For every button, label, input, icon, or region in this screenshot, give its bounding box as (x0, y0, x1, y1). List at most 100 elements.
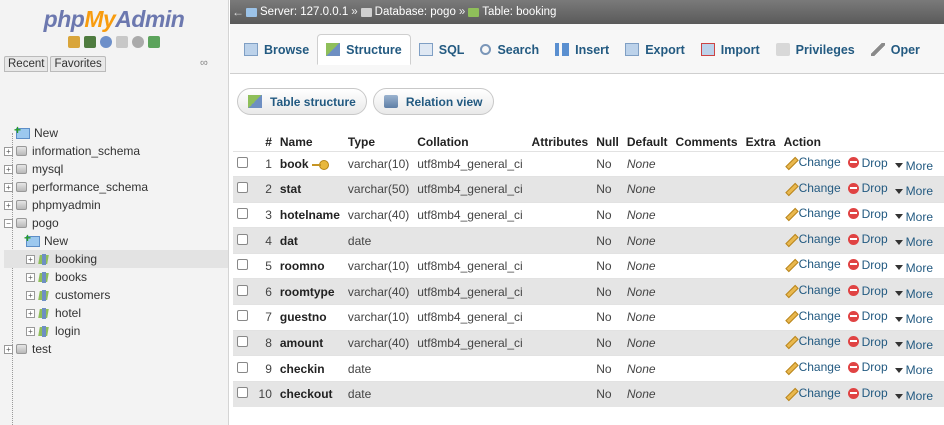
change-button[interactable]: Change (784, 206, 841, 220)
change-button[interactable]: Change (784, 257, 841, 271)
expand-icon[interactable]: + (26, 308, 35, 318)
tab-insert[interactable]: Insert (547, 34, 617, 65)
drop-button[interactable]: Drop (847, 335, 888, 349)
more-button[interactable]: More (894, 287, 933, 301)
settings-gear-icon[interactable] (132, 36, 144, 48)
more-button[interactable]: More (894, 389, 933, 403)
tab-privileges[interactable]: Privileges (768, 34, 863, 65)
col-null[interactable]: Null (592, 133, 623, 151)
col-collation[interactable]: Collation (413, 133, 527, 151)
expand-icon[interactable]: + (26, 326, 35, 336)
link-chain-icon[interactable]: ∞ (200, 57, 208, 69)
col-comments[interactable]: Comments (672, 133, 742, 151)
row-checkbox[interactable] (237, 207, 248, 219)
expand-icon[interactable]: + (26, 290, 35, 300)
drop-button[interactable]: Drop (847, 181, 888, 195)
tab-operations[interactable]: Oper (863, 34, 928, 65)
tree-item-information-schema[interactable]: + information_schema (4, 142, 228, 160)
tree-item-phpmyadmin[interactable]: + phpmyadmin (4, 196, 228, 214)
tree-item-customers[interactable]: + customers (4, 286, 228, 304)
more-button[interactable]: More (894, 210, 933, 224)
col-default[interactable]: Default (623, 133, 672, 151)
favorites-tab[interactable]: Favorites (50, 56, 106, 72)
tree-item-hotel[interactable]: + hotel (4, 304, 228, 322)
tab-import[interactable]: Import (693, 34, 768, 65)
col-attributes[interactable]: Attributes (528, 133, 593, 151)
field-default: None (626, 387, 656, 402)
change-button[interactable]: Change (784, 334, 841, 348)
more-button[interactable]: More (894, 312, 933, 326)
docs-icon[interactable] (116, 36, 128, 48)
more-button[interactable]: More (894, 235, 933, 249)
tree-item-pogo-new[interactable]: New (4, 231, 228, 250)
tree-item-new[interactable]: New (4, 123, 228, 142)
breadcrumb-table[interactable]: Table: booking (468, 6, 556, 18)
row-checkbox[interactable] (237, 387, 248, 399)
row-checkbox[interactable] (237, 233, 248, 245)
col-name[interactable]: Name (276, 133, 344, 151)
row-checkbox[interactable] (237, 259, 248, 271)
change-button[interactable]: Change (784, 309, 841, 323)
collapse-icon[interactable]: − (4, 218, 13, 228)
expand-icon[interactable]: + (4, 146, 13, 156)
row-checkbox[interactable] (237, 182, 248, 194)
phpmyadmin-logo[interactable]: phpMyAdmin (0, 6, 228, 33)
change-button[interactable]: Change (784, 232, 841, 246)
more-button[interactable]: More (894, 184, 933, 198)
expand-icon[interactable]: + (26, 254, 35, 264)
row-checkbox[interactable] (237, 284, 248, 296)
tree-item-login[interactable]: + login (4, 322, 228, 340)
recent-tab[interactable]: Recent (4, 56, 49, 72)
tree-item-booking[interactable]: + booking (4, 250, 228, 268)
tree-item-test[interactable]: + test (4, 340, 228, 358)
col-type[interactable]: Type (344, 133, 413, 151)
more-button[interactable]: More (894, 363, 933, 377)
change-button[interactable]: Change (784, 386, 841, 400)
collapse-arrow-icon[interactable]: ← (230, 5, 246, 19)
tree-item-mysql[interactable]: + mysql (4, 160, 228, 178)
change-button[interactable]: Change (784, 283, 841, 297)
tree-item-pogo[interactable]: − pogo (4, 214, 228, 232)
expand-icon[interactable]: + (4, 344, 13, 354)
change-button[interactable]: Change (784, 155, 841, 169)
tab-browse[interactable]: Browse (236, 34, 317, 65)
drop-button[interactable]: Drop (847, 156, 888, 170)
drop-button[interactable]: Drop (847, 284, 888, 298)
field-type: varchar(10) (347, 156, 410, 171)
table-row: 5 roomno varchar(10) utf8mb4_general_ci No No… (233, 253, 944, 279)
change-button[interactable]: Change (784, 181, 841, 195)
tab-sql[interactable]: SQL (411, 34, 473, 65)
row-checkbox[interactable] (237, 156, 248, 168)
breadcrumb-server[interactable]: Server: 127.0.0.1 (246, 6, 348, 18)
expand-icon[interactable]: + (4, 164, 13, 174)
tab-structure[interactable]: Structure (317, 34, 411, 65)
logout-icon[interactable] (84, 36, 96, 48)
help-icon[interactable] (100, 36, 112, 48)
change-button[interactable]: Change (784, 360, 841, 374)
reload-icon[interactable] (148, 36, 160, 48)
expand-icon[interactable]: + (4, 182, 13, 192)
home-icon[interactable] (68, 36, 80, 48)
tab-search[interactable]: Search (472, 34, 547, 65)
more-button[interactable]: More (894, 261, 933, 275)
tab-export[interactable]: Export (617, 34, 693, 65)
row-checkbox[interactable] (237, 361, 248, 373)
relation-view-button[interactable]: Relation view (372, 88, 494, 115)
tree-item-books[interactable]: + books (4, 268, 228, 286)
drop-button[interactable]: Drop (847, 232, 888, 246)
drop-button[interactable]: Drop (847, 258, 888, 272)
expand-icon[interactable]: + (4, 200, 13, 210)
drop-button[interactable]: Drop (847, 309, 888, 323)
row-checkbox[interactable] (237, 335, 248, 347)
drop-button[interactable]: Drop (847, 207, 888, 221)
table-structure-button[interactable]: Table structure (237, 88, 367, 115)
drop-button[interactable]: Drop (847, 360, 888, 374)
breadcrumb-database[interactable]: Database: pogo (360, 6, 456, 18)
more-button[interactable]: More (894, 338, 933, 352)
expand-icon[interactable]: + (26, 272, 35, 282)
drop-button[interactable]: Drop (847, 386, 888, 400)
col-extra[interactable]: Extra (742, 133, 780, 151)
more-button[interactable]: More (894, 159, 933, 173)
tree-item-performance-schema[interactable]: + performance_schema (4, 178, 228, 196)
row-checkbox[interactable] (237, 310, 248, 322)
